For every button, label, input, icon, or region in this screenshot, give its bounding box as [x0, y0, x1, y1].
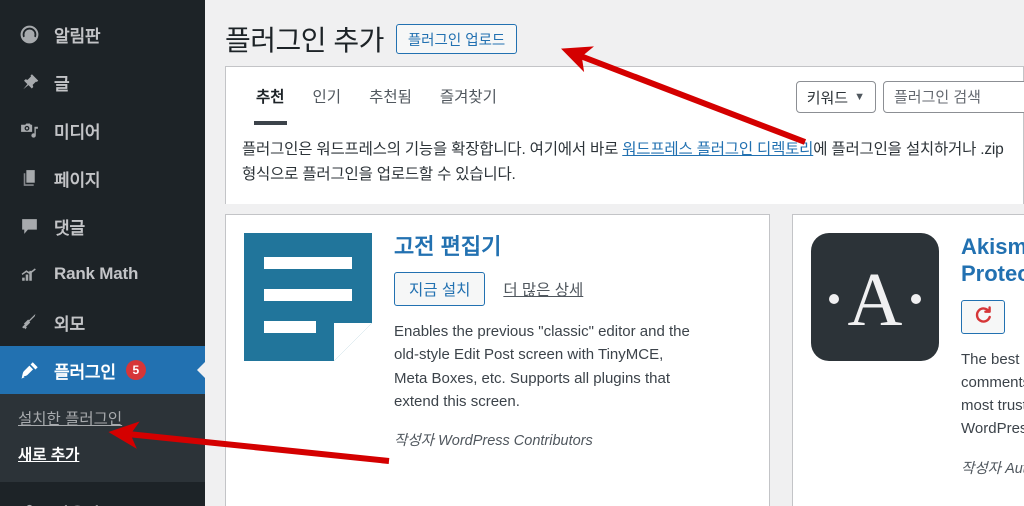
plugin-card-actions: 지금 설치 더 많은 상세: [394, 272, 769, 307]
plugin-description: The best anti-spam protection to block s…: [961, 350, 1024, 438]
sidebar-item-comments[interactable]: 댓글: [0, 202, 205, 250]
sidebar-item-label: 외모: [54, 314, 85, 334]
plugin-title[interactable]: Akismet Anti-Spam: Spam Protection: [961, 233, 1024, 288]
sidebar-item-media[interactable]: 미디어: [0, 106, 205, 154]
plugin-card-classic-editor[interactable]: 고전 편집기 지금 설치 더 많은 상세 Enables the previou…: [225, 213, 770, 506]
sidebar-item-users[interactable]: 사용자: [0, 488, 205, 506]
appearance-brush-icon: [16, 309, 42, 335]
plugin-filter-bar: 추천 인기 추천됨 즐겨찾기 키워드 ▼: [225, 66, 1024, 126]
screen-root: 알림판 글 미디어 페이지 댓글 Rank Math 외모 플러그인 5 설치한…: [0, 0, 1024, 506]
plugin-description: Enables the previous "classic" editor an…: [394, 323, 690, 410]
author-name: WordPress Contributors: [438, 433, 593, 450]
sidebar-item-label: 댓글: [54, 218, 85, 238]
plugin-card-akismet[interactable]: A Akismet Anti-Spam: Spam Protection: [792, 213, 1024, 506]
submenu-item-add-new[interactable]: 새로 추가: [0, 436, 205, 472]
plugin-author: 작성자 WordPress Contributors: [394, 429, 769, 450]
author-name: Automattic - Anti-spam Team: [1005, 460, 1024, 477]
plugin-card-actions: [961, 299, 1024, 334]
description-text-part1: 플러그인은 워드프레스의 기능을 확장합니다. 여기에서 바로: [242, 141, 623, 158]
plugin-title[interactable]: 고전 편집기: [394, 233, 769, 261]
upload-plugin-button[interactable]: 플러그인 업로드: [395, 24, 518, 54]
pages-icon: [16, 165, 42, 191]
submenu-item-installed-plugins[interactable]: 설치한 플러그인: [0, 400, 205, 436]
tab-favorites[interactable]: 즐겨찾기: [426, 67, 511, 125]
sidebar-item-label: 글: [54, 74, 70, 94]
plugin-tabs: 추천 인기 추천됨 즐겨찾기: [226, 67, 511, 125]
card-gap-spacer: [770, 214, 792, 506]
active-menu-pointer: [197, 361, 205, 379]
sidebar-item-rank-math[interactable]: Rank Math: [0, 250, 205, 298]
sidebar-item-label: 미디어: [54, 122, 101, 142]
sidebar-item-plugins[interactable]: 플러그인 5: [0, 346, 205, 394]
pin-icon: [16, 69, 42, 95]
plugin-author: 작성자 Automattic - Anti-spam Team: [961, 457, 1024, 478]
users-icon: [16, 499, 42, 506]
plugin-directory-description: 플러그인은 워드프레스의 기능을 확장합니다. 여기에서 바로 워드프레스 플러…: [225, 126, 1024, 204]
tab-popular[interactable]: 인기: [299, 67, 356, 125]
search-type-label: 키워드: [806, 89, 849, 107]
search-input[interactable]: [883, 81, 1024, 113]
media-icon: [16, 117, 42, 143]
tab-recommended[interactable]: 추천됨: [355, 67, 426, 125]
classic-editor-icon: [244, 232, 372, 361]
sidebar-item-pages[interactable]: 페이지: [0, 154, 205, 202]
sidebar-item-label: 사용자: [54, 500, 101, 506]
svg-text:A: A: [848, 258, 903, 342]
sidebar-top-spacer: [0, 0, 205, 10]
plugin-plug-icon: [16, 357, 42, 383]
plugin-search-group: 키워드 ▼: [795, 81, 1024, 113]
sidebar-item-label: 알림판: [54, 26, 101, 46]
plugin-card-list: 고전 편집기 지금 설치 더 많은 상세 Enables the previou…: [225, 213, 1024, 506]
plugin-card-body: Akismet Anti-Spam: Spam Protection The b: [961, 233, 1024, 506]
author-prefix-label: 작성자: [961, 460, 1002, 477]
page-header: 플러그인 추가 플러그인 업로드: [225, 0, 1024, 62]
sidebar-item-label: 페이지: [54, 170, 101, 190]
sidebar-item-label: 플러그인: [54, 362, 116, 382]
sidebar-item-posts[interactable]: 글: [0, 58, 205, 106]
author-prefix-label: 작성자: [394, 433, 435, 450]
chevron-down-icon: ▼: [854, 90, 865, 103]
akismet-activate-button[interactable]: [961, 299, 1005, 334]
plugins-update-badge: 5: [125, 360, 146, 380]
plugin-card-body: 고전 편집기 지금 설치 더 많은 상세 Enables the previou…: [394, 233, 769, 506]
search-type-select[interactable]: 키워드 ▼: [795, 81, 876, 113]
dashboard-icon: [16, 21, 42, 47]
sidebar-item-appearance[interactable]: 외모: [0, 298, 205, 346]
main-content: 플러그인 추가 플러그인 업로드 추천 인기 추천됨 즐겨찾기 키워드 ▼ 플러…: [205, 0, 1024, 506]
sidebar-item-dashboard[interactable]: 알림판: [0, 10, 205, 58]
admin-sidebar: 알림판 글 미디어 페이지 댓글 Rank Math 외모 플러그인 5 설치한…: [0, 0, 205, 506]
plugin-directory-link[interactable]: 워드프레스 플러그인 디렉토리: [622, 141, 813, 158]
plugins-submenu: 설치한 플러그인 새로 추가: [0, 394, 205, 482]
refresh-icon: [973, 305, 993, 328]
sidebar-item-label: Rank Math: [54, 264, 139, 283]
tab-featured[interactable]: 추천: [242, 67, 299, 125]
page-title: 플러그인 추가: [225, 25, 384, 56]
install-now-button[interactable]: 지금 설치: [394, 272, 486, 307]
more-details-link[interactable]: 더 많은 상세: [503, 278, 583, 300]
rank-math-icon: [16, 261, 42, 287]
akismet-icon: A: [811, 232, 939, 361]
comment-icon: [16, 213, 42, 239]
